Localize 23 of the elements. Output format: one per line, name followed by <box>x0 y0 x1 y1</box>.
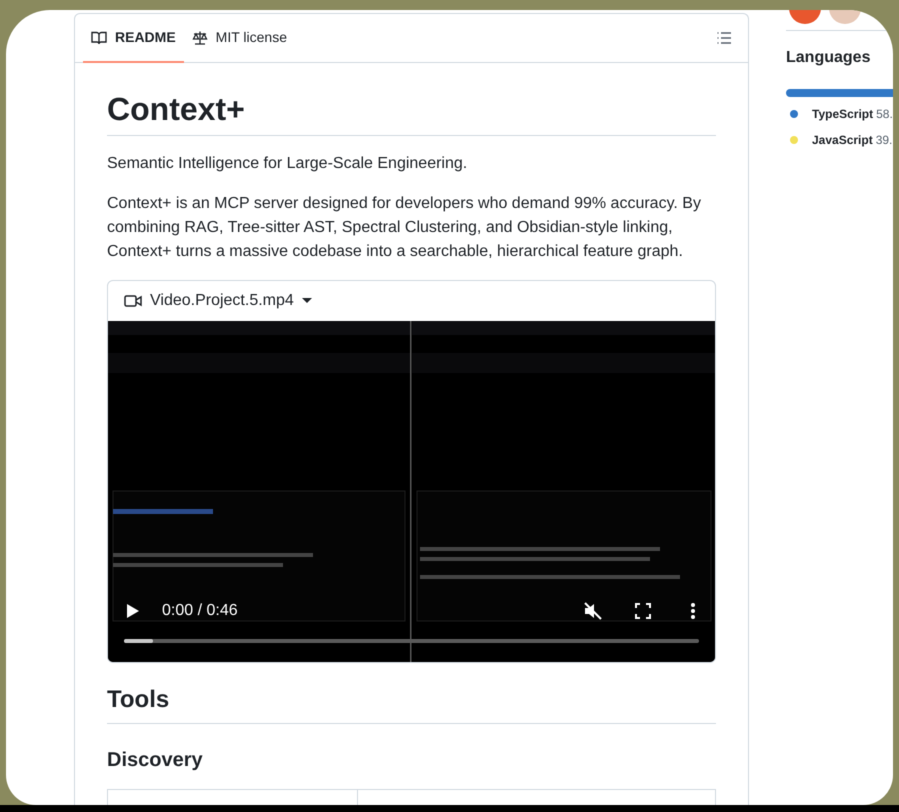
subsection-heading: Discovery <box>107 748 204 773</box>
fullscreen-button[interactable] <box>635 603 651 619</box>
outline-menu-icon[interactable] <box>716 30 732 46</box>
more-options-button[interactable] <box>691 603 695 619</box>
caret-icon <box>302 298 312 304</box>
video-camera-icon <box>124 294 142 308</box>
video-file-dropdown[interactable]: Video.Project.5.mp4 <box>150 289 312 313</box>
progress-track[interactable] <box>124 639 699 643</box>
section-heading: Tools <box>107 685 716 724</box>
tab[interactable]: README <box>83 14 184 63</box>
language-link[interactable]: TypeScript <box>812 105 874 124</box>
tab[interactable]: MIT license <box>184 14 295 63</box>
language-percent: 39. <box>876 132 892 150</box>
language-percent: 58. <box>876 106 893 124</box>
video-time: 0:00 / 0:46 <box>162 601 238 621</box>
tagline-text: Semantic Intelligence for Large-Scale Engineering. <box>107 154 468 174</box>
readme-title: Context+ <box>107 89 716 136</box>
languages-heading: Languages <box>786 48 872 68</box>
mute-button[interactable] <box>583 601 603 621</box>
description-text: Context+ is an MCP server designed for developers who demand 99% accuracy. By combining RAG, Tree-sitter AST, Spectral Clustering, and Obsidian-style linking, Context+ turns a massive codebase into a searchable, hierarchical feature graph. <box>107 194 702 262</box>
scale-icon <box>192 30 208 46</box>
language-link[interactable]: JavaScript <box>812 131 873 150</box>
book-icon <box>91 30 107 46</box>
